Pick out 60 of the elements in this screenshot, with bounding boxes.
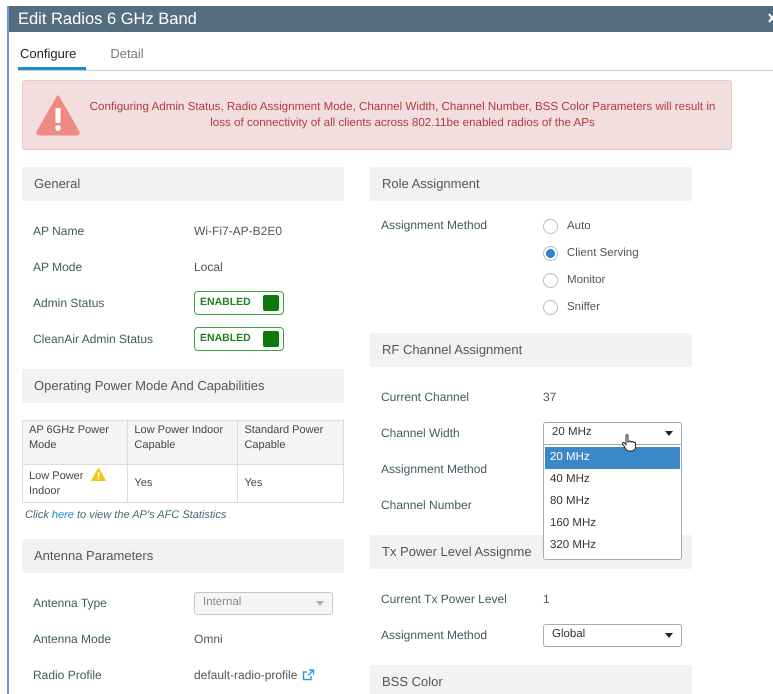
radio-label: Monitor [567, 272, 606, 288]
field-label: Assignment Method [381, 217, 488, 234]
table-cell-text: Low Power Indoor [29, 468, 84, 498]
afc-note: Click here to view the AP’s AFC Statistics [25, 508, 226, 523]
caret-icon [316, 600, 324, 606]
table-cell: Yes [238, 464, 344, 502]
here-link[interactable]: here [52, 508, 74, 521]
field-label: Assignment Method [381, 627, 488, 644]
field-value: Local [194, 259, 223, 276]
radio-label: Sniffer [567, 300, 600, 315]
field-label: AP Mode [33, 259, 84, 276]
section-header: RF Channel Assignment [370, 333, 692, 367]
field-label: Admin Status [33, 295, 106, 312]
tab[interactable]: Detail [108, 44, 154, 70]
toggle-switch[interactable]: ENABLED [194, 291, 284, 315]
tab[interactable]: Configure [18, 44, 86, 70]
field-value: 1 [543, 591, 550, 608]
column-header: Low Power Indoor Capable [128, 420, 238, 464]
field-label: AP Name [33, 223, 86, 240]
external-link-icon [302, 669, 316, 681]
caret-icon [665, 430, 673, 436]
field-label: Radio Profile [33, 667, 103, 684]
field-label: Antenna Type [33, 595, 108, 612]
radio-label: Client Serving [567, 246, 639, 261]
field-value: Omni [194, 631, 223, 648]
dropdown-option[interactable]: 80 MHz [545, 490, 680, 512]
radio-option[interactable]: Auto [543, 213, 639, 240]
dropdown[interactable]: Global [543, 624, 682, 646]
alert-message: Configuring Admin Status, Radio Assignment Mode, Channel Width, Channel Number, BSS Color Parameters will result in loss of connectivity of all clients across 802.11be enabled radios of the APs [88, 99, 716, 131]
field-label: Current Channel [381, 389, 470, 406]
radio-option[interactable]: Client Serving [543, 240, 639, 267]
table-cell: Yes [128, 464, 238, 502]
radio-option[interactable]: Monitor [543, 267, 639, 294]
field-label: Channel Number [381, 497, 473, 514]
field-value: Wi-Fi7-AP-B2E0 [194, 223, 282, 240]
column-header: Standard Power Capable [238, 420, 344, 464]
field-label: Assignment Method [381, 461, 488, 478]
field-label: CleanAir Admin Status [33, 331, 154, 348]
warning-icon [91, 468, 106, 481]
radio-option[interactable]: Sniffer [543, 294, 639, 321]
field-label: Antenna Mode [33, 631, 112, 648]
section-header: General [22, 167, 344, 201]
section-header: Role Assignment [370, 167, 692, 201]
section-header: BSS Color [370, 665, 692, 694]
dropdown-option[interactable]: 320 MHz [545, 534, 680, 556]
toggle-switch[interactable]: ENABLED [194, 327, 284, 351]
field-label: Channel Width [381, 425, 461, 442]
warning-icon [36, 94, 80, 136]
section-header: Antenna Parameters [22, 539, 344, 573]
field-value: 37 [543, 389, 556, 406]
dropdown-option[interactable]: 40 MHz [545, 468, 680, 490]
caret-icon [665, 632, 673, 638]
section-header: Operating Power Mode And Capabilities [22, 369, 344, 403]
radio-label: Auto [567, 218, 591, 234]
dropdown-option[interactable]: 20 MHz [545, 446, 680, 468]
window-title: Edit Radios 6 GHz Band [18, 8, 197, 30]
column-header: AP 6GHz Power Mode [22, 420, 128, 464]
profile-link[interactable]: default-radio-profile [194, 666, 298, 684]
field-label: Current Tx Power Level [381, 591, 508, 608]
dropdown-option[interactable]: 160 MHz [545, 512, 680, 534]
